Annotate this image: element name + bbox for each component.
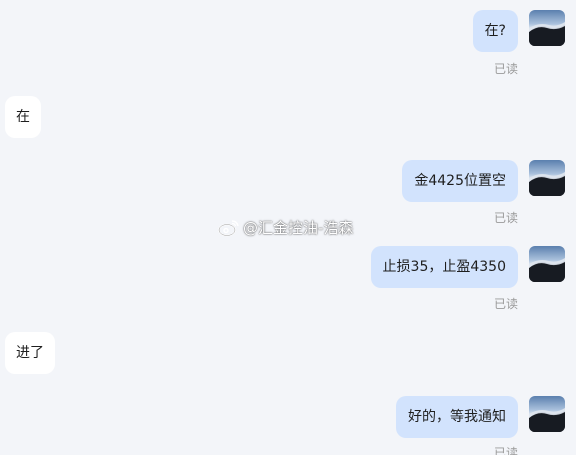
chat-window: 在? 已读 在 金4425位置空 已读 @汇金控油-浩森 止损35，止盈4350…: [0, 0, 576, 455]
avatar-image: [529, 258, 565, 282]
message-bubble-sent[interactable]: 好的，等我通知: [396, 396, 518, 438]
avatar[interactable]: [529, 396, 565, 432]
message-text: 进了: [16, 345, 44, 361]
message-text: 在: [16, 109, 30, 125]
message-text: 好的，等我通知: [408, 409, 506, 425]
message-bubble-received[interactable]: 在: [5, 96, 41, 138]
avatar-image: [529, 22, 565, 46]
message-bubble-sent[interactable]: 在?: [472, 10, 518, 52]
weibo-icon: [218, 219, 239, 236]
read-status: 已读: [493, 297, 518, 311]
message-text: 金4425位置空: [414, 173, 506, 189]
watermark: @汇金控油-浩森: [218, 217, 353, 238]
message-text: 止损35，止盈4350: [382, 259, 506, 275]
avatar[interactable]: [529, 246, 565, 282]
read-status: 已读: [493, 211, 518, 225]
avatar[interactable]: [529, 10, 565, 46]
message-text: 在?: [484, 23, 506, 39]
avatar[interactable]: [529, 160, 565, 196]
avatar-image: [529, 172, 565, 196]
message-bubble-sent[interactable]: 金4425位置空: [402, 160, 518, 202]
watermark-text: @汇金控油-浩森: [243, 219, 354, 237]
avatar-image: [529, 408, 565, 432]
read-status: 已读: [493, 62, 518, 76]
message-bubble-received[interactable]: 进了: [5, 332, 55, 374]
read-status: 已读: [493, 446, 518, 455]
message-bubble-sent[interactable]: 止损35，止盈4350: [370, 246, 518, 288]
